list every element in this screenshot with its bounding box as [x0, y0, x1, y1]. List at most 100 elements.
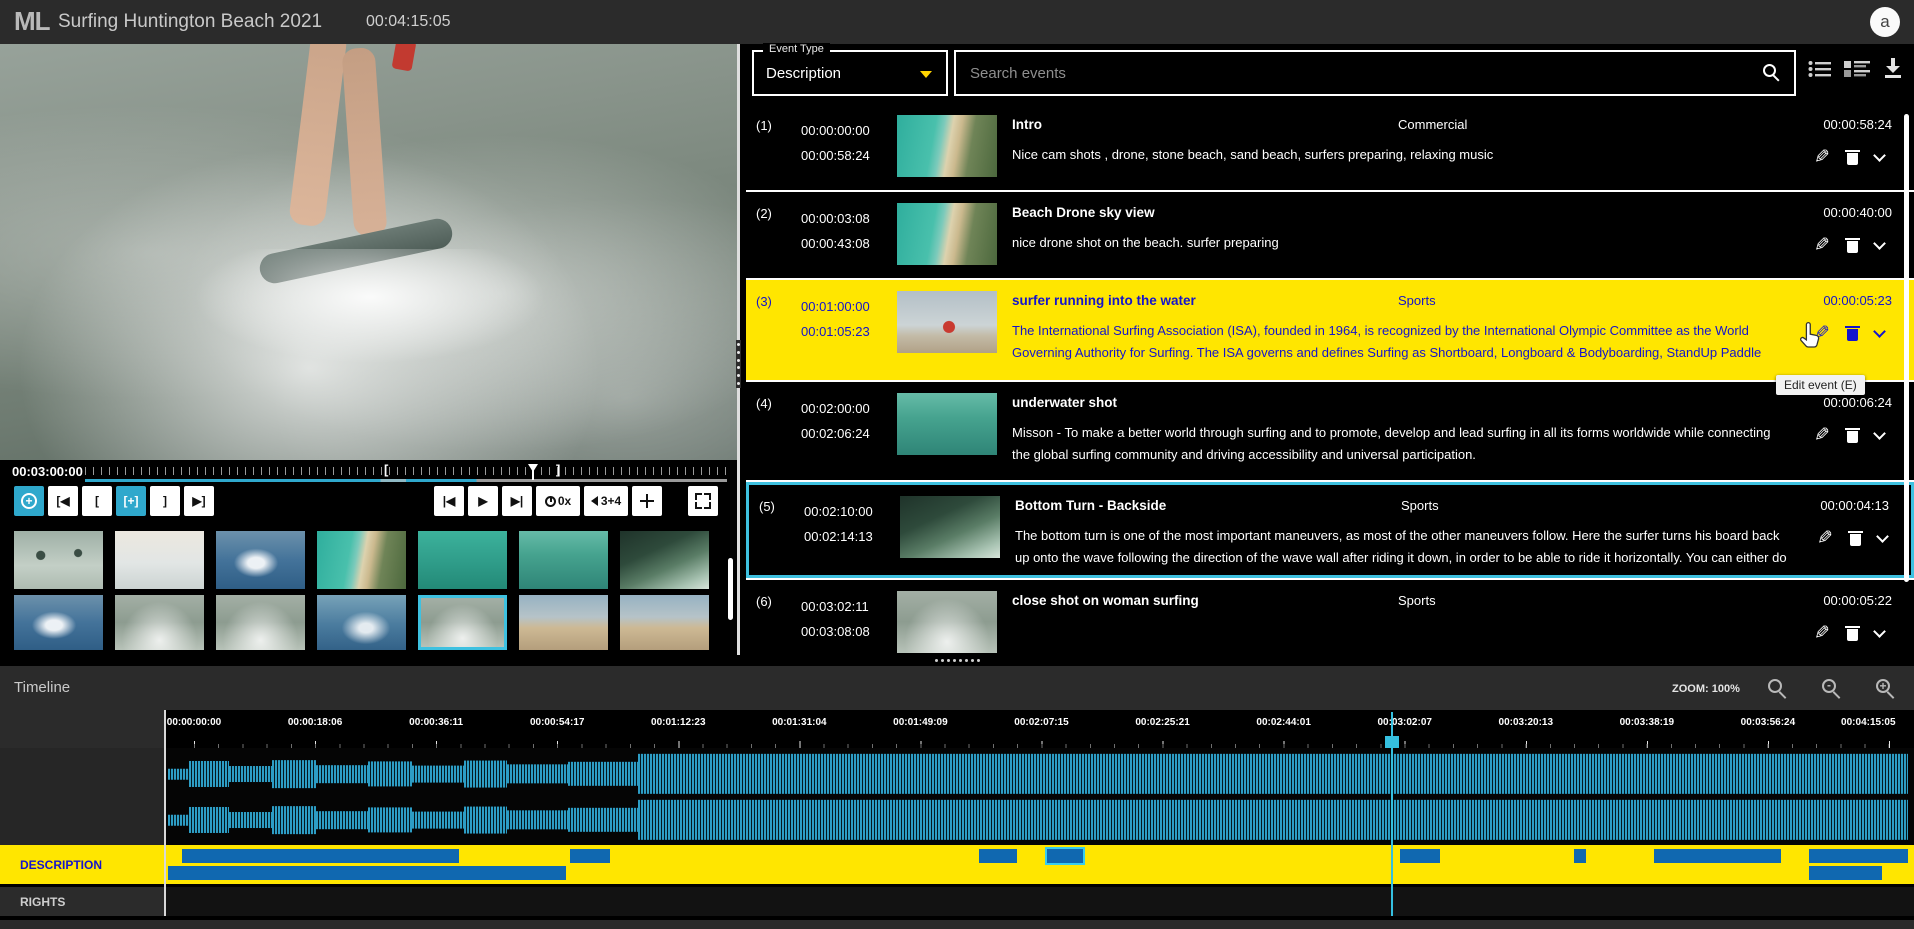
filmstrip-thumbnail[interactable]	[317, 595, 406, 650]
filmstrip-thumbnail[interactable]	[620, 595, 709, 650]
scrub-playhead[interactable]	[528, 464, 538, 472]
filmstrip-thumbnail[interactable]	[519, 595, 608, 650]
search-icon[interactable]	[1763, 64, 1776, 77]
filmstrip-thumbnail[interactable]	[216, 595, 305, 650]
user-avatar[interactable]: a	[1870, 7, 1900, 37]
description-segment[interactable]	[168, 866, 566, 880]
event-thumbnail[interactable]	[897, 591, 997, 653]
next-frame-button[interactable]: ▶|	[502, 486, 532, 516]
waveform-segment	[464, 807, 508, 834]
description-segment[interactable]	[979, 849, 1017, 863]
chevron-down-icon[interactable]	[1873, 625, 1886, 638]
vertical-splitter-grip[interactable]	[736, 340, 741, 388]
filmstrip-thumbnail[interactable]	[418, 595, 507, 650]
chevron-down-icon[interactable]	[1876, 530, 1889, 543]
zoom-reset-icon[interactable]	[1768, 679, 1782, 693]
set-out-button[interactable]: ]	[150, 486, 180, 516]
goto-in-button[interactable]: [◀	[48, 486, 78, 516]
zoom-in-icon[interactable]: +	[1876, 679, 1890, 693]
horizontal-splitter[interactable]	[0, 655, 1914, 666]
filmstrip-thumbnail[interactable]	[519, 531, 608, 589]
filmstrip-thumbnail[interactable]	[14, 595, 103, 650]
add-event-button[interactable]: +	[14, 486, 44, 516]
event-thumbnail[interactable]	[897, 203, 997, 265]
scrub-progress[interactable]	[85, 479, 727, 482]
detail-view-button[interactable]	[1844, 60, 1870, 78]
description-segment[interactable]	[1809, 849, 1908, 863]
chevron-down-icon[interactable]	[1873, 325, 1886, 338]
chevron-down-icon[interactable]	[1873, 149, 1886, 162]
filmstrip-thumbnail[interactable]	[115, 595, 204, 650]
event-row[interactable]: (3) 00:01:00:00 00:01:05:23 surfer runni…	[746, 280, 1914, 380]
track-label-rights[interactable]: RIGHTS	[0, 887, 164, 916]
event-category: Sports	[1398, 293, 1436, 308]
track-label-description[interactable]: DESCRIPTION	[0, 845, 164, 884]
event-row[interactable]: (5) 00:02:10:00 00:02:14:13 Bottom Turn …	[746, 482, 1914, 578]
edit-icon[interactable]: ✎	[1814, 624, 1830, 643]
delete-icon[interactable]	[1846, 626, 1859, 642]
description-segment[interactable]	[1400, 849, 1440, 863]
description-segment[interactable]	[1654, 849, 1781, 863]
description-segment[interactable]	[182, 849, 459, 863]
event-row[interactable]: (4) 00:02:00:00 00:02:06:24 underwater s…	[746, 382, 1914, 480]
waveform-segment	[316, 765, 368, 783]
timeline-playhead-handle[interactable]	[1385, 736, 1399, 748]
filmstrip-thumbnail[interactable]	[115, 531, 204, 589]
event-list-scrollbar[interactable]	[1904, 114, 1909, 582]
filmstrip-thumbnail[interactable]	[418, 531, 507, 589]
edit-icon[interactable]: ✎	[1817, 529, 1833, 548]
delete-icon[interactable]	[1849, 531, 1862, 547]
edit-icon[interactable]: ✎	[1814, 236, 1830, 255]
zoom-out-icon[interactable]: -	[1822, 679, 1836, 693]
event-thumbnail[interactable]	[897, 291, 997, 353]
set-in-button[interactable]: [	[82, 486, 112, 516]
event-list: (1) 00:00:00:00 00:00:58:24 Intro Commer…	[746, 104, 1914, 655]
description-track[interactable]	[166, 845, 1914, 884]
list-view-button[interactable]	[1808, 60, 1832, 78]
chevron-down-icon[interactable]	[1873, 237, 1886, 250]
add-in-out-button[interactable]: [+]	[116, 486, 146, 516]
description-segment[interactable]	[570, 849, 610, 863]
delete-icon[interactable]	[1846, 150, 1859, 166]
audio-channels-button[interactable]: 3+4	[584, 486, 628, 516]
edit-icon[interactable]: ✎	[1814, 148, 1830, 167]
description-segment[interactable]	[1574, 849, 1586, 863]
event-thumbnail[interactable]	[897, 393, 997, 455]
event-thumbnail[interactable]	[900, 496, 1000, 558]
chevron-down-icon[interactable]	[1873, 427, 1886, 440]
event-row[interactable]: (1) 00:00:00:00 00:00:58:24 Intro Commer…	[746, 104, 1914, 190]
event-row[interactable]: (6) 00:03:02:11 00:03:08:08 close shot o…	[746, 580, 1914, 655]
prev-frame-button[interactable]: |◀	[434, 486, 464, 516]
player-timecode: 00:03:00:00	[12, 464, 83, 479]
delete-icon[interactable]	[1846, 238, 1859, 254]
event-title: underwater shot	[1012, 395, 1117, 410]
search-input[interactable]	[956, 52, 1794, 94]
timeline-ruler[interactable]: 00:00:00:0000:00:18:0600:00:36:1100:00:5…	[166, 710, 1914, 748]
filmstrip-thumbnail[interactable]	[317, 531, 406, 589]
goto-out-button[interactable]: ▶]	[184, 486, 214, 516]
event-thumbnail[interactable]	[897, 115, 997, 177]
event-row[interactable]: (2) 00:00:03:08 00:00:43:08 Beach Drone …	[746, 192, 1914, 278]
filmstrip-thumbnail[interactable]	[14, 531, 103, 589]
audio-waveform-track[interactable]	[166, 748, 1914, 845]
description-segment[interactable]	[1809, 866, 1882, 880]
timeline-bottom-bar	[0, 918, 1914, 929]
delete-icon[interactable]	[1846, 326, 1859, 342]
filmstrip-scrollbar[interactable]	[728, 558, 733, 620]
filmstrip-thumbnail[interactable]	[216, 531, 305, 589]
event-type-dropdown[interactable]: Event Type Description	[752, 50, 948, 96]
edit-icon[interactable]: ✎	[1814, 426, 1830, 445]
scrub-ruler[interactable]	[85, 467, 727, 475]
download-icon[interactable]	[1884, 58, 1902, 78]
video-viewport[interactable]	[0, 44, 737, 460]
delete-icon[interactable]	[1846, 428, 1859, 444]
playback-speed-button[interactable]: 0x	[536, 486, 580, 516]
event-type-value: Description	[766, 65, 841, 82]
jog-button[interactable]	[632, 486, 662, 516]
filmstrip-thumbnail[interactable]	[620, 531, 709, 589]
description-segment[interactable]	[1047, 849, 1084, 863]
ruler-tick-label: 00:03:02:07	[1377, 717, 1431, 728]
rights-track[interactable]	[166, 887, 1914, 916]
play-button[interactable]: ▶	[468, 486, 498, 516]
fullscreen-button[interactable]	[688, 486, 718, 516]
